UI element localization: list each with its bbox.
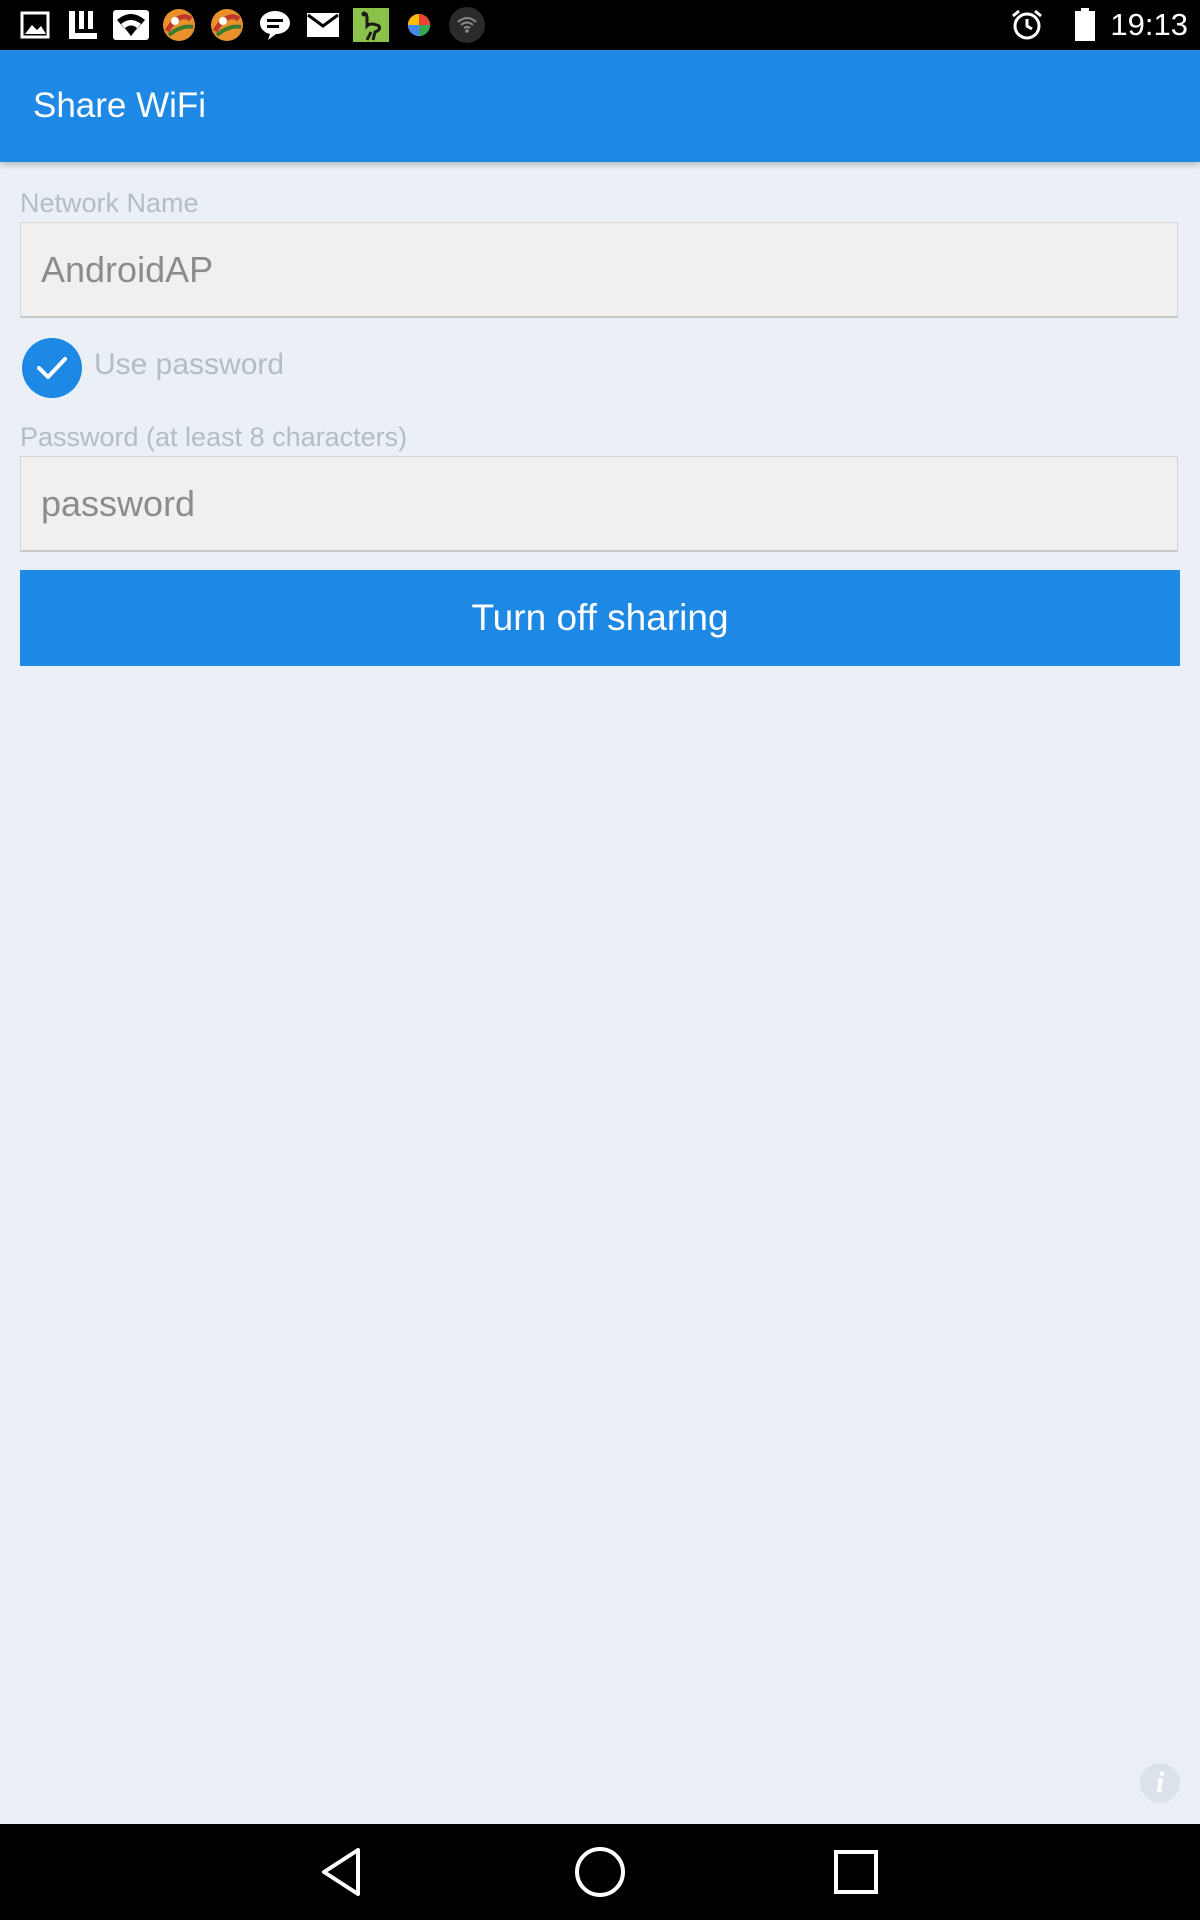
chat-icon — [256, 6, 294, 44]
nav-bar — [0, 1824, 1200, 1920]
battery-icon — [1066, 6, 1104, 44]
turn-off-sharing-button[interactable]: Turn off sharing — [20, 570, 1180, 666]
password-label: Password (at least 8 characters) — [20, 422, 408, 452]
app-bar: Share WiFi — [0, 50, 1200, 162]
back-icon[interactable] — [312, 1842, 372, 1902]
ostrich-app-icon — [352, 6, 390, 44]
use-password-checkbox[interactable] — [22, 338, 82, 398]
app-icon — [64, 6, 102, 44]
network-name-input[interactable]: AndroidAP — [20, 222, 1178, 318]
photos-icon — [400, 6, 438, 44]
alarm-icon — [1008, 6, 1046, 44]
wifi-icon — [112, 6, 150, 44]
game-icon — [208, 6, 246, 44]
mail-icon — [304, 6, 342, 44]
network-name-label: Network Name — [20, 188, 199, 218]
use-password-label[interactable]: Use password — [94, 348, 284, 382]
gallery-icon — [16, 6, 54, 44]
check-icon — [37, 357, 67, 379]
home-icon[interactable] — [570, 1842, 630, 1902]
info-icon[interactable]: i — [1140, 1763, 1180, 1803]
app-title: Share WiFi — [33, 86, 207, 125]
game-icon — [160, 6, 198, 44]
wifi-dark-icon — [448, 6, 486, 44]
password-input[interactable]: password — [20, 456, 1178, 552]
recents-icon[interactable] — [826, 1842, 886, 1902]
status-bar: 19:13 — [0, 0, 1200, 50]
status-time: 19:13 — [1110, 7, 1188, 42]
